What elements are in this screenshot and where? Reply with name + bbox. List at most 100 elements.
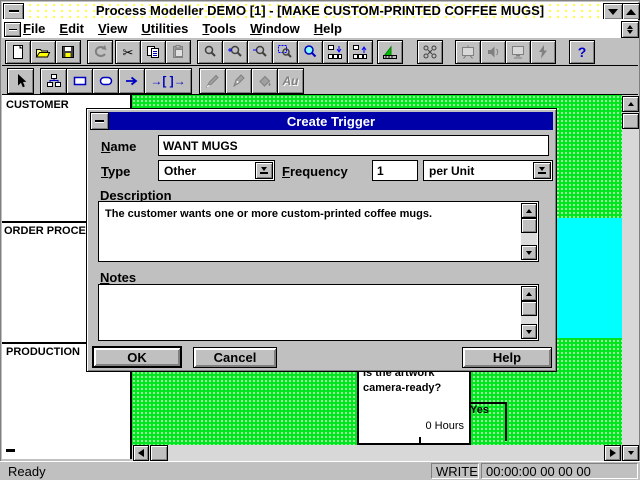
menu-help[interactable]: Help bbox=[307, 21, 349, 36]
notes-textarea[interactable] bbox=[98, 284, 539, 341]
decision-box[interactable]: Is the artwork camera-ready? 0 Hours bbox=[357, 362, 471, 445]
menu-view[interactable]: View bbox=[91, 21, 134, 36]
vertical-scroll-thumb[interactable] bbox=[622, 113, 639, 129]
scroll-thumb[interactable] bbox=[521, 218, 537, 233]
zoom-out-button[interactable] bbox=[247, 40, 273, 64]
document-restore-button[interactable] bbox=[621, 21, 639, 38]
browse-button[interactable] bbox=[297, 40, 323, 64]
paste-button[interactable] bbox=[165, 40, 191, 64]
menu-edit[interactable]: Edit bbox=[52, 21, 91, 36]
cancel-button[interactable]: Cancel bbox=[193, 347, 277, 368]
swimlane-label-order-processing: ORDER PROCES bbox=[4, 225, 93, 237]
type-dropdown-button[interactable] bbox=[255, 162, 273, 179]
copy-button[interactable] bbox=[140, 40, 166, 64]
maximize-button[interactable] bbox=[622, 3, 640, 20]
scroll-up-button[interactable] bbox=[521, 203, 537, 218]
frequency-unit-dropdown[interactable]: per Unit bbox=[423, 160, 553, 181]
undo-button[interactable] bbox=[87, 40, 113, 64]
open-file-button[interactable] bbox=[30, 40, 56, 64]
animate-icon bbox=[535, 44, 551, 60]
dropdown-bar bbox=[260, 172, 268, 174]
text-style-icon: Au bbox=[283, 75, 299, 87]
horizontal-scroll-thumb[interactable] bbox=[150, 445, 168, 461]
main-title-bar: Process Modeller DEMO [1] - [MAKE CUSTOM… bbox=[2, 2, 638, 20]
scroll-down-button[interactable] bbox=[521, 245, 537, 260]
vertical-scrollbar[interactable] bbox=[622, 95, 639, 445]
scroll-up-button[interactable] bbox=[521, 286, 537, 301]
partial-shape bbox=[6, 449, 15, 452]
zoom-icon bbox=[202, 44, 218, 60]
line-style-icon bbox=[205, 73, 221, 89]
fill-style-button[interactable] bbox=[251, 68, 278, 94]
scroll-left-icon bbox=[138, 449, 144, 457]
type-dropdown[interactable]: Other bbox=[158, 160, 275, 181]
auto-layout-button[interactable] bbox=[417, 40, 443, 64]
connector-label-yes: Yes bbox=[470, 404, 489, 416]
frequency-unit-dropdown-button[interactable] bbox=[533, 162, 551, 179]
scroll-up-icon bbox=[526, 292, 532, 296]
event-tool-button[interactable] bbox=[92, 68, 119, 94]
pen-style-button[interactable] bbox=[225, 68, 252, 94]
frequency-label: Frequency bbox=[282, 164, 348, 179]
system-menu-icon bbox=[9, 10, 19, 13]
zoom-in-button[interactable] bbox=[222, 40, 248, 64]
minimize-button[interactable] bbox=[603, 3, 623, 20]
monitor-button[interactable] bbox=[505, 40, 531, 64]
menu-utilities[interactable]: Utilities bbox=[134, 21, 195, 36]
copy-icon bbox=[145, 44, 161, 60]
menu-file[interactable]: File bbox=[16, 21, 52, 36]
text-style-button[interactable]: Au bbox=[277, 68, 304, 94]
animate-button[interactable] bbox=[530, 40, 556, 64]
save-button[interactable] bbox=[55, 40, 81, 64]
monitor-icon bbox=[510, 44, 526, 60]
slideshow-icon bbox=[460, 44, 476, 60]
notes-scrollbar[interactable] bbox=[521, 286, 537, 339]
process-tool-button[interactable] bbox=[66, 68, 93, 94]
document-system-menu-button[interactable] bbox=[4, 22, 21, 37]
hierarchy-tool-button[interactable] bbox=[40, 68, 67, 94]
description-textarea[interactable]: The customer wants one or more custom-pr… bbox=[98, 201, 539, 262]
scroll-thumb[interactable] bbox=[521, 301, 537, 316]
slideshow-button[interactable] bbox=[455, 40, 481, 64]
dialog-system-menu-button[interactable] bbox=[90, 112, 109, 130]
name-input[interactable] bbox=[158, 135, 549, 156]
measures-button[interactable] bbox=[377, 40, 403, 64]
fill-style-icon bbox=[257, 73, 273, 89]
trigger-tool-button[interactable]: →[ ]→ bbox=[144, 68, 192, 94]
dialog-title: Create Trigger bbox=[287, 114, 375, 129]
zoom-button[interactable] bbox=[197, 40, 223, 64]
cut-button[interactable]: ✂ bbox=[115, 40, 141, 64]
frequency-input[interactable] bbox=[372, 160, 418, 181]
ok-button[interactable]: OK bbox=[92, 346, 182, 368]
help-dialog-button[interactable]: Help bbox=[462, 347, 552, 368]
sound-button[interactable] bbox=[480, 40, 506, 64]
scroll-down-button[interactable] bbox=[622, 445, 639, 461]
new-document-button[interactable] bbox=[5, 40, 31, 64]
flow-tool-button[interactable] bbox=[118, 68, 145, 94]
dialog-title-bar[interactable]: Create Trigger bbox=[90, 112, 553, 130]
name-label: Name bbox=[101, 139, 136, 154]
decision-duration: 0 Hours bbox=[425, 420, 464, 432]
measures-icon bbox=[382, 44, 398, 60]
menu-window[interactable]: Window bbox=[243, 21, 307, 36]
description-scrollbar[interactable] bbox=[521, 203, 537, 260]
help-button[interactable]: ? bbox=[569, 40, 595, 64]
line-style-button[interactable] bbox=[199, 68, 226, 94]
implode-up-button[interactable] bbox=[347, 40, 373, 64]
scroll-up-button[interactable] bbox=[622, 96, 639, 112]
menu-bar: File Edit View Utilities Tools Window He… bbox=[2, 19, 638, 39]
zoom-selection-button[interactable] bbox=[272, 40, 298, 64]
explode-down-button[interactable] bbox=[322, 40, 348, 64]
scroll-down-button[interactable] bbox=[521, 324, 537, 339]
sound-icon bbox=[485, 44, 501, 60]
select-tool-button[interactable] bbox=[7, 68, 34, 94]
auto-layout-icon bbox=[422, 44, 438, 60]
menu-tools[interactable]: Tools bbox=[195, 21, 243, 36]
event-shape-icon bbox=[98, 73, 114, 89]
horizontal-scrollbar[interactable] bbox=[132, 445, 604, 461]
timer-indicator: 00:00:00 00 00 00 bbox=[481, 463, 638, 479]
scroll-right-button[interactable] bbox=[604, 445, 621, 461]
maximize-icon bbox=[626, 9, 636, 15]
scroll-left-button[interactable] bbox=[133, 445, 149, 461]
system-menu-button[interactable] bbox=[3, 3, 24, 20]
